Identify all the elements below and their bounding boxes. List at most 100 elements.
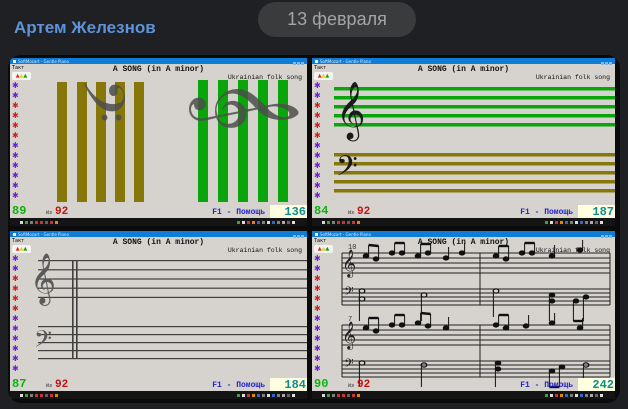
taskbar-dot-icon — [580, 221, 583, 224]
taskbar-dot-icon — [292, 394, 295, 397]
taskbar-dot-icon — [550, 394, 553, 397]
taskbar-tray-icons — [237, 394, 297, 397]
taskbar-dot-icon — [257, 221, 260, 224]
taskbar-dot-icon — [585, 394, 588, 397]
taskbar-dot-icon — [565, 394, 568, 397]
app-client-area: A SONG (in A minor) Ukrainian folk song … — [10, 64, 307, 218]
taskbar-dot-icon — [570, 394, 573, 397]
taskbar-dot-icon — [247, 221, 250, 224]
status-bar: 84 Из 92 F1 - Помощь 187 — [312, 204, 615, 218]
taskbar-dot-icon — [347, 394, 350, 397]
taskbar-dot-icon — [282, 221, 285, 224]
taskbar-dot-icon — [55, 221, 58, 224]
current-measure: 90 — [314, 377, 328, 391]
taskbar-tray-icons — [545, 221, 605, 224]
taskbar-dot-icon — [267, 221, 270, 224]
taskbar-dot-icon — [342, 221, 345, 224]
help-hint: F1 - Помощь — [520, 381, 573, 390]
taskbar-dot-icon — [252, 221, 255, 224]
taskbar-dot-icon — [555, 221, 558, 224]
photo-attachment[interactable]: SoftMozart - Gentle Piano A SONG (in A m… — [8, 55, 620, 403]
sender-name[interactable]: Артем Железнов — [14, 18, 156, 38]
taskbar-dot-icon — [337, 221, 340, 224]
treble-clef-icon: 𝄞 — [342, 249, 356, 278]
taskbar-dot-icon — [242, 221, 245, 224]
taskbar-dot-icon — [35, 394, 38, 397]
taskbar-dot-icon — [590, 221, 593, 224]
taskbar-dot-icon — [332, 221, 335, 224]
app-client-area: A SONG (in A minor) Ukrainian folk song … — [312, 64, 615, 218]
total-measures: 92 — [55, 206, 68, 218]
taskbar-app-icons — [20, 394, 60, 397]
taskbar-dot-icon — [545, 394, 548, 397]
treble-clef-icon: 𝄞 — [342, 321, 356, 350]
screenshot-empty-grand-staff: SoftMozart - Gentle Piano A SONG (in A m… — [10, 231, 307, 399]
taskbar-dot-icon — [357, 394, 360, 397]
taskbar-dot-icon — [352, 221, 355, 224]
window-title: SoftMozart - Gentle Piano — [320, 59, 371, 64]
taskbar-dot-icon — [277, 394, 280, 397]
taskbar-dot-icon — [267, 394, 270, 397]
window-icon — [315, 60, 318, 63]
taskbar-dot-icon — [560, 394, 563, 397]
status-bar: 87 Из 92 F1 - Помощь 184 — [10, 377, 307, 391]
taskbar-dot-icon — [322, 221, 325, 224]
taskbar-dot-icon — [30, 221, 33, 224]
taskbar-dot-icon — [595, 221, 598, 224]
help-hint: F1 - Помощь — [520, 208, 573, 217]
status-bar: 89 Из 92 F1 - Помощь 136 — [10, 204, 307, 218]
bass-clef-icon: 𝄢 — [336, 150, 358, 190]
taskbar-dot-icon — [322, 394, 325, 397]
taskbar-dot-icon — [262, 394, 265, 397]
taskbar-dot-icon — [352, 394, 355, 397]
taskbar-dot-icon — [600, 221, 603, 224]
date-badge: 13 февраля — [258, 2, 416, 37]
chat-message: Артем Железнов 13 февраля SoftMozart - G… — [0, 0, 628, 409]
taskbar-dot-icon — [45, 221, 48, 224]
score-counter: 136 — [270, 205, 307, 218]
taskbar-dot-icon — [50, 221, 53, 224]
taskbar-dot-icon — [570, 221, 573, 224]
score-counter: 184 — [270, 378, 307, 391]
total-measures: 92 — [55, 379, 68, 391]
taskbar-dot-icon — [282, 394, 285, 397]
music-canvas-vertical-staves: 𝄢 𝄞 — [10, 64, 307, 218]
taskbar-dot-icon — [237, 394, 240, 397]
window-title: SoftMozart - Gentle Piano — [320, 232, 371, 237]
taskbar-dot-icon — [565, 221, 568, 224]
of-label: Из — [46, 383, 52, 389]
current-measure: 89 — [12, 204, 26, 218]
os-taskbar — [10, 391, 307, 399]
of-label: Из — [348, 383, 354, 389]
taskbar-dot-icon — [237, 221, 240, 224]
taskbar-dot-icon — [287, 221, 290, 224]
taskbar-dot-icon — [590, 394, 593, 397]
os-taskbar — [312, 218, 615, 226]
total-measures: 92 — [357, 379, 370, 391]
taskbar-dot-icon — [357, 221, 360, 224]
taskbar-dot-icon — [332, 394, 335, 397]
window-icon — [315, 233, 318, 236]
taskbar-dot-icon — [45, 394, 48, 397]
taskbar-dot-icon — [347, 221, 350, 224]
app-client-area: A SONG (in A minor) Ukrainian folk song … — [10, 237, 307, 391]
window-icon — [13, 60, 16, 63]
treble-clef-icon: 𝄞 — [30, 253, 56, 306]
app-client-area: A SONG (in A minor) Ukrainian folk song … — [312, 237, 615, 391]
taskbar-dot-icon — [292, 221, 295, 224]
taskbar-dot-icon — [595, 394, 598, 397]
music-canvas-notation: 10 7 𝄞 𝄢 𝄞 𝄢 — [312, 237, 615, 391]
taskbar-dot-icon — [40, 221, 43, 224]
status-bar: 90 Из 92 F1 - Помощь 242 — [312, 377, 615, 391]
taskbar-dot-icon — [20, 394, 23, 397]
score-counter: 242 — [578, 378, 615, 391]
taskbar-dot-icon — [242, 394, 245, 397]
music-canvas-empty-staff: 𝄞 𝄢 — [10, 237, 307, 391]
taskbar-dot-icon — [247, 394, 250, 397]
taskbar-app-icons — [20, 221, 60, 224]
window-title: SoftMozart - Gentle Piano — [18, 232, 69, 237]
taskbar-dot-icon — [580, 394, 583, 397]
taskbar-dot-icon — [575, 221, 578, 224]
taskbar-dot-icon — [272, 394, 275, 397]
taskbar-dot-icon — [272, 221, 275, 224]
